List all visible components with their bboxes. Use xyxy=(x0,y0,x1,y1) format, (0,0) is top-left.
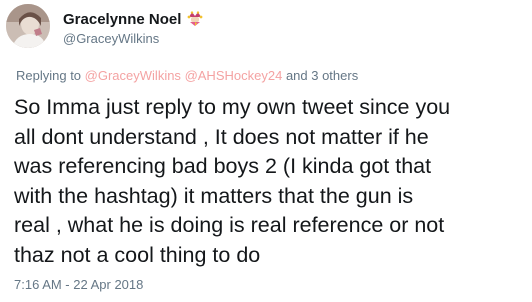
tweet-text-line: So Imma just reply to my own tweet since… xyxy=(14,95,451,119)
mention-link-ahshockey24[interactable]: @AHSHockey24 xyxy=(185,68,283,83)
tweet-text-line: with the hashtag) it matters that the gu… xyxy=(14,183,414,208)
tweet-text-line: was referencing bad boys 2 (I kinda got … xyxy=(14,154,432,178)
others-count-link[interactable]: and 3 others xyxy=(286,68,358,83)
display-name[interactable]: Gracelynne Noel xyxy=(63,11,181,28)
replying-to-line: Replying to @GraceyWilkins @AHSHockey24 … xyxy=(16,68,358,83)
tweet-text-line: real , what he is doing is real referenc… xyxy=(14,213,445,237)
user-handle[interactable]: @GraceyWilkins xyxy=(63,31,203,46)
tweet-text-line: thaz not a cool thing to do xyxy=(14,242,261,267)
tweet-text-line: all dont understand , It does not matter… xyxy=(14,124,429,149)
jester-emoji-icon xyxy=(187,11,203,27)
replying-to-label: Replying to xyxy=(16,68,82,83)
avatar[interactable] xyxy=(6,4,50,48)
avatar-photo-icon xyxy=(6,4,50,48)
tweet-card: Gracelynne Noel @GraceyWilkins Replying … xyxy=(0,0,532,302)
tweet-timestamp[interactable]: 7:16 AM - 22 Apr 2018 xyxy=(14,277,143,292)
tweet-body: So Imma just reply to my own tweet since… xyxy=(14,93,522,270)
mention-link-graceywilkins[interactable]: @GraceyWilkins xyxy=(85,68,181,83)
author-info: Gracelynne Noel @GraceyWilkins xyxy=(63,10,203,46)
display-name-row: Gracelynne Noel xyxy=(63,10,203,28)
